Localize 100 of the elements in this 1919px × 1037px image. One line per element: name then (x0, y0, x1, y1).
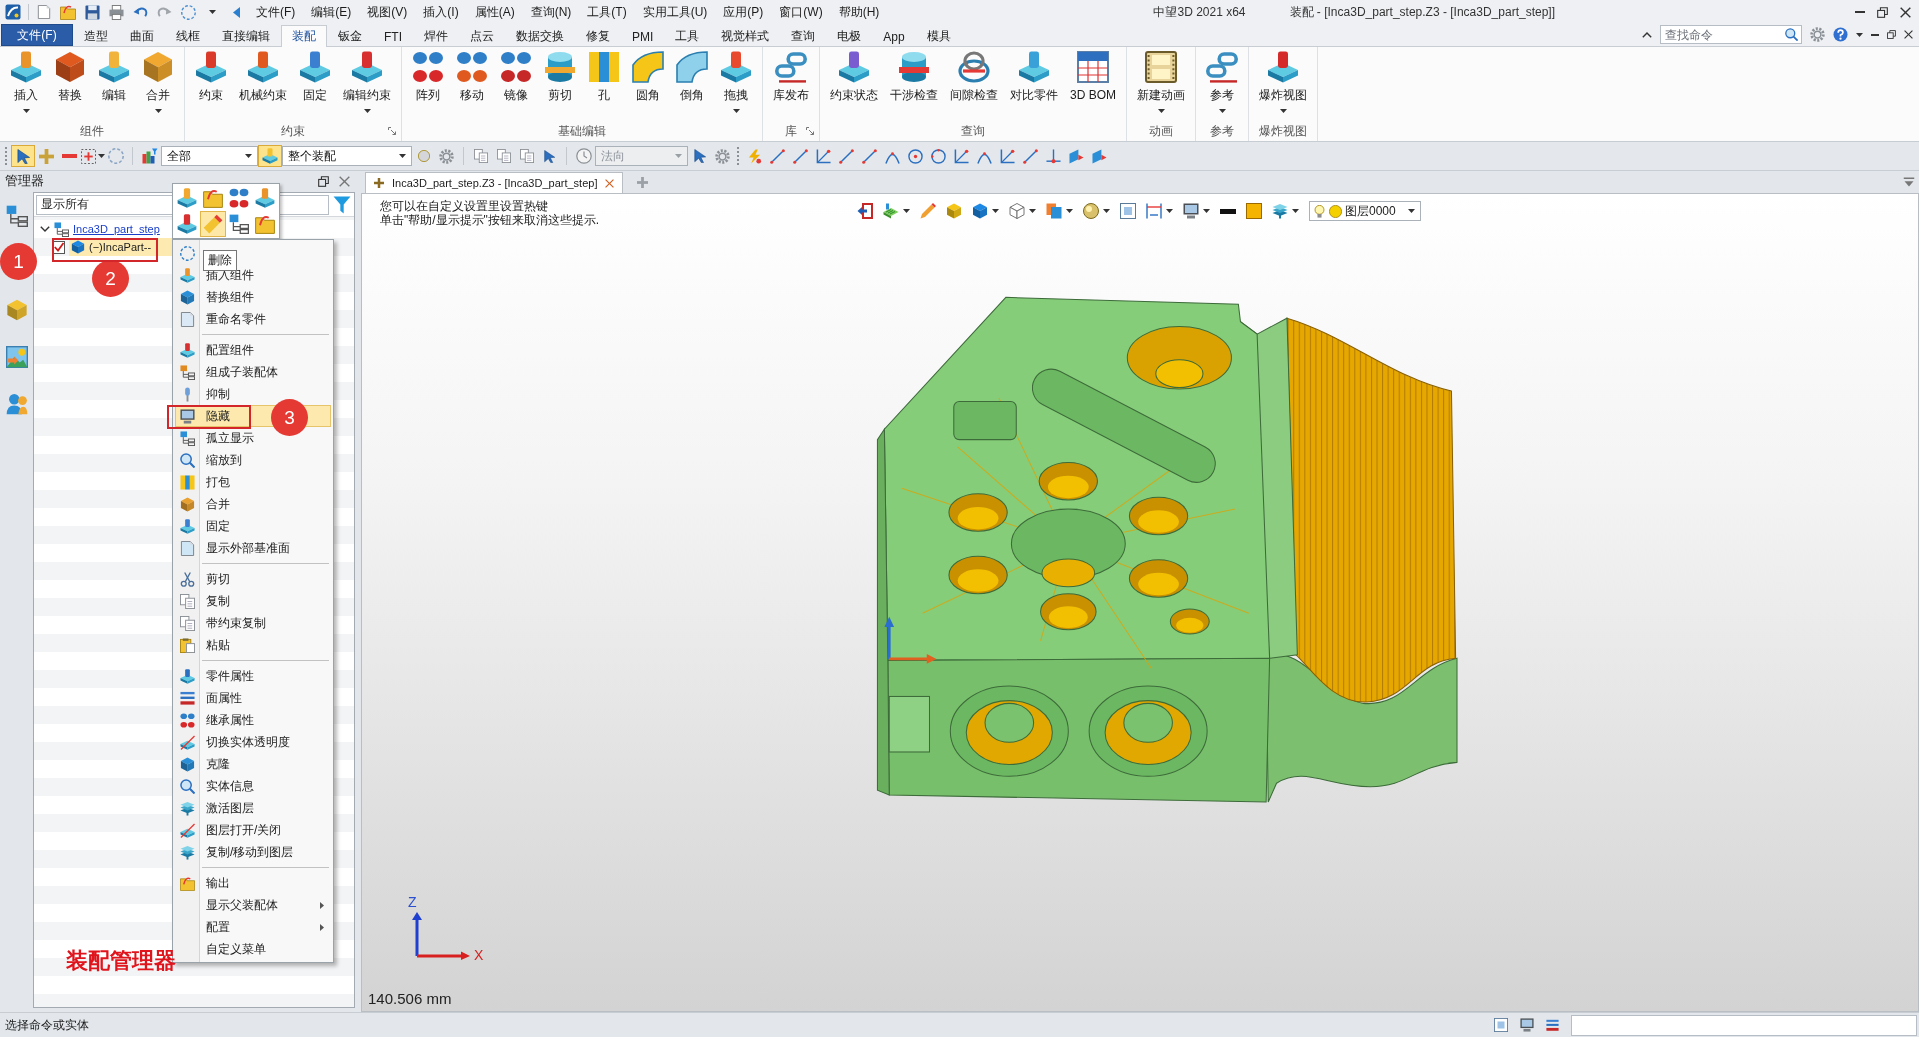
menu-item[interactable]: 重命名零件 (175, 308, 331, 330)
ribbon-tab[interactable]: 查询 (780, 25, 827, 47)
menu-item[interactable]: 打包 (175, 471, 331, 493)
caret-icon[interactable] (1166, 209, 1173, 213)
app-logo-icon[interactable] (5, 4, 21, 20)
user-icon[interactable] (5, 393, 28, 415)
pencil-icon[interactable] (920, 203, 936, 219)
angle-icon[interactable] (954, 148, 969, 164)
bar-chart-icon[interactable] (141, 148, 158, 164)
tree-structure-icon[interactable] (5, 205, 28, 227)
launcher-icon[interactable] (388, 127, 396, 135)
menu-item[interactable]: 继承属性 (175, 709, 331, 731)
ribbon-button[interactable]: 倒角 (670, 51, 714, 121)
exit-icon[interactable] (857, 203, 873, 219)
ribbon-button[interactable]: 合并 (136, 51, 180, 121)
filter-icon[interactable] (333, 195, 351, 214)
gear-icon[interactable] (715, 148, 730, 164)
menu-item[interactable]: 图层打开/关闭 (175, 819, 331, 841)
bolt-icon[interactable] (747, 148, 762, 164)
ribbon-tab[interactable]: 视觉样式 (710, 25, 781, 47)
ribbon-button[interactable]: 编辑约束 (337, 51, 397, 121)
swatch-icon[interactable] (1246, 203, 1262, 219)
menu-item[interactable]: 配置 (175, 916, 331, 938)
menu-item[interactable]: 帮助(H) (830, 0, 888, 24)
pages-icon[interactable] (496, 149, 511, 163)
ribbon-tab[interactable]: 修复 (575, 25, 621, 47)
ribbon-button[interactable]: 替换 (48, 51, 92, 121)
ribbon-button[interactable]: 库发布 (767, 51, 815, 121)
line-icon[interactable] (1023, 148, 1038, 164)
ribbon-tab[interactable]: PMI (621, 25, 665, 47)
ribbon-tab[interactable]: 造型 (73, 25, 119, 47)
line-icon[interactable] (862, 148, 877, 164)
menu-item[interactable]: 零件属性 (175, 665, 331, 687)
wire-cube-icon[interactable] (1009, 203, 1025, 219)
minimize-icon[interactable] (1871, 33, 1879, 36)
menu-item[interactable]: 组成子装配体 (175, 361, 331, 383)
selection-box-icon[interactable] (80, 148, 96, 164)
clock-icon[interactable] (575, 148, 592, 164)
tab-list-icon[interactable] (1903, 176, 1915, 188)
printer-icon[interactable] (108, 4, 124, 20)
caret-icon[interactable] (1203, 209, 1210, 213)
filter-dropdown[interactable]: 全部 (161, 146, 258, 166)
file-menu-button[interactable]: 文件(F) (1, 24, 73, 46)
chevron-up-icon[interactable] (1642, 31, 1652, 38)
ribbon-button[interactable]: 拖拽 (714, 51, 758, 121)
menu-item[interactable]: 显示外部基准面 (175, 537, 331, 559)
restore-icon[interactable] (318, 176, 329, 187)
menu-item[interactable]: 属性(A) (466, 0, 523, 24)
ribbon-tab[interactable]: 电极 (826, 25, 873, 47)
cube-icon[interactable] (946, 203, 962, 219)
triangle-icon[interactable] (232, 6, 240, 18)
close-icon[interactable] (1904, 30, 1913, 39)
caret-icon[interactable] (1103, 209, 1110, 213)
menu-item[interactable]: 复制/移动到图层 (175, 841, 331, 863)
menu-item[interactable]: 查询(N) (522, 0, 580, 24)
circle-dot-icon[interactable] (908, 148, 923, 164)
menu-item[interactable]: 粘贴 (175, 634, 331, 656)
menu-item[interactable]: 文件(F) (248, 0, 304, 24)
search-field[interactable]: 查找命令 (1660, 25, 1802, 44)
menu-item[interactable]: 自定义菜单 (175, 938, 331, 960)
menu-item[interactable]: 面属性 (175, 687, 331, 709)
ribbon-button[interactable]: 参考 (1200, 51, 1244, 121)
menu-item[interactable]: 编辑(E) (303, 0, 360, 24)
caret-icon[interactable] (208, 10, 216, 14)
restore-icon[interactable] (1877, 6, 1888, 18)
angle-icon[interactable] (1000, 148, 1015, 164)
pointer-icon[interactable] (692, 149, 707, 163)
ribbon-button[interactable]: 约束 (189, 51, 233, 121)
pointer-icon[interactable] (543, 149, 556, 163)
caret-icon[interactable] (903, 209, 910, 213)
ribbon-button[interactable]: 间隙检查 (944, 51, 1004, 121)
caret-icon[interactable] (1292, 209, 1299, 213)
menu-item[interactable]: 实体信息 (175, 775, 331, 797)
frame-icon[interactable] (1494, 1018, 1508, 1032)
ribbon-button[interactable]: 约束状态 (824, 51, 884, 121)
grid-block-icon[interactable] (883, 203, 899, 219)
menu-item[interactable]: 克隆 (175, 753, 331, 775)
line-icon[interactable] (793, 148, 808, 164)
close-icon[interactable] (1900, 6, 1911, 18)
menu-item[interactable]: 窗口(W) (771, 0, 831, 24)
angle-icon[interactable] (816, 148, 831, 164)
input-field[interactable] (1571, 1014, 1917, 1036)
ribbon-button[interactable]: 剪切 (538, 51, 582, 121)
menu-item[interactable]: 固定 (175, 515, 331, 537)
ribbon-button[interactable]: 固定 (293, 51, 337, 121)
picture-icon[interactable] (5, 346, 28, 368)
frame-icon[interactable] (1120, 203, 1136, 219)
menu-item[interactable]: 合并 (175, 493, 331, 515)
document-icon[interactable] (37, 5, 51, 19)
monitor-icon[interactable] (1520, 1018, 1534, 1032)
ribbon-tab[interactable]: 工具 (664, 25, 711, 47)
ribbon-button[interactable]: 爆炸视图 (1253, 51, 1313, 121)
ribbon-button[interactable]: 3D BOM (1064, 51, 1122, 121)
ribbon-button[interactable]: 插入 (4, 51, 48, 121)
folder-icon[interactable] (60, 4, 76, 20)
ribbon-button[interactable]: 机械约束 (233, 51, 293, 121)
menu-item[interactable]: 显示父装配体 (175, 894, 331, 916)
line-style-icon[interactable] (1220, 208, 1236, 214)
caret-icon[interactable] (1856, 32, 1863, 37)
document-tab[interactable]: Inca3D_part_step.Z3 - [Inca3D_part_step] (365, 172, 624, 193)
